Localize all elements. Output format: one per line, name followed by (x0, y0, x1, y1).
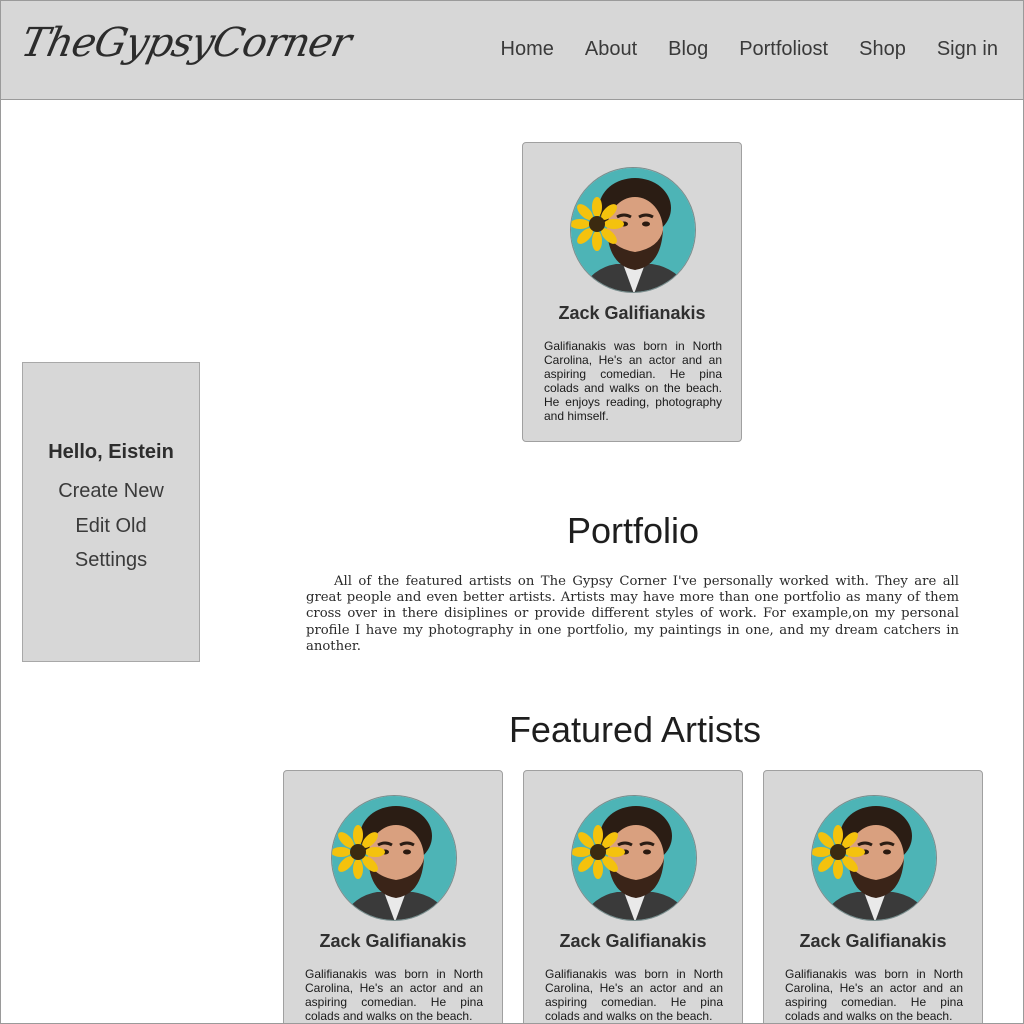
site-logo[interactable]: TheGypsyCorner (17, 20, 355, 66)
portfolio-title: Portfolio (566, 510, 700, 551)
featured-title: Featured Artists (508, 709, 762, 750)
artist-name: Zack Galifianakis (559, 931, 707, 951)
artist-card[interactable]: Zack Galifianakis Galifianakis was born … (523, 770, 743, 1024)
settings-link[interactable]: Settings (23, 543, 199, 578)
sunflower-portrait-icon (570, 167, 696, 293)
nav-about[interactable]: About (585, 38, 637, 61)
artist-name: Zack Galifianakis (319, 931, 467, 951)
create-new-link[interactable]: Create New (23, 474, 199, 509)
nav-sign-in[interactable]: Sign in (937, 38, 998, 61)
artist-card[interactable]: Zack Galifianakis Galifianakis was born … (283, 770, 503, 1024)
main-nav: Home About Blog Portfoliost Shop Sign in (501, 38, 998, 61)
sunflower-portrait-icon (331, 795, 457, 921)
profile-bio: Galifianakis was born in North Carolina,… (544, 339, 722, 423)
artist-name: Zack Galifianakis (799, 931, 947, 951)
profile-card[interactable]: Zack Galifianakis Galifianakis was born … (522, 142, 742, 442)
sunflower-portrait-icon (571, 795, 697, 921)
sidebar-links: Create New Edit Old Settings (23, 474, 199, 578)
artist-bio: Galifianakis was born in North Carolina,… (545, 967, 723, 1023)
nav-shop[interactable]: Shop (859, 38, 906, 61)
artist-card[interactable]: Zack Galifianakis Galifianakis was born … (763, 770, 983, 1024)
profile-name: Zack Galifianakis (558, 303, 706, 323)
user-sidebar: Hello, Eistein Create New Edit Old Setti… (22, 362, 200, 662)
artist-bio: Galifianakis was born in North Carolina,… (305, 967, 483, 1023)
sunflower-portrait-icon (811, 795, 937, 921)
artist-bio: Galifianakis was born in North Carolina,… (785, 967, 963, 1023)
nav-home[interactable]: Home (501, 38, 554, 61)
edit-old-link[interactable]: Edit Old (23, 509, 199, 544)
nav-portfolios[interactable]: Portfoliost (739, 38, 828, 61)
site-header: TheGypsyCorner Home About Blog Portfolio… (0, 0, 1024, 100)
nav-blog[interactable]: Blog (668, 38, 708, 61)
user-greeting: Hello, Eistein (48, 441, 174, 463)
portfolio-intro: All of the featured artists on The Gypsy… (306, 574, 959, 654)
